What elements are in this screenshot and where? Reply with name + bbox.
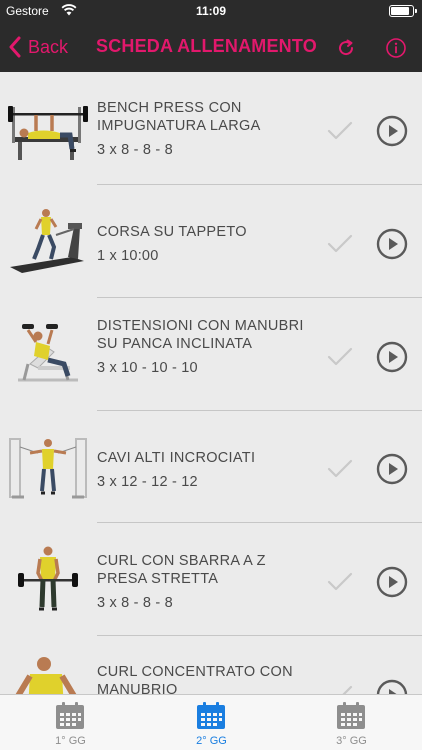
exercise-name: CORSA SU TAPPETO xyxy=(97,224,247,240)
treadmill-illustration xyxy=(10,209,84,273)
battery-icon xyxy=(389,5,417,17)
bench-press-illustration xyxy=(8,106,88,160)
exercise-row-incline-dumbbell-press[interactable]: DISTENSIONI CON MANUBRI SU PANCA INCLINA… xyxy=(0,298,422,411)
tab-label: 1° GG xyxy=(55,735,86,747)
exercise-name: DISTENSIONI CON MANUBRI SU PANCA INCLINA… xyxy=(97,318,304,352)
checkmark-icon[interactable] xyxy=(327,685,353,694)
exercise-row-ez-bar-curl[interactable]: CURL CON SBARRA A Z PRESA STRETTA 3 x 8 … xyxy=(0,523,422,636)
play-button-icon[interactable] xyxy=(376,341,408,373)
exercise-text: BENCH PRESS CON IMPUGNATURA LARGA 3 x 8 … xyxy=(97,99,312,158)
incline-dumbbell-press-illustration xyxy=(18,324,78,382)
tab-bar: 1° GG 2° GG 3° GG xyxy=(0,694,422,750)
info-icon[interactable] xyxy=(385,37,407,59)
calendar-icon xyxy=(197,702,225,729)
status-bar: Gestore 11:09 xyxy=(0,0,422,22)
checkmark-icon[interactable] xyxy=(327,347,353,367)
exercise-name: BENCH PRESS CON IMPUGNATURA LARGA xyxy=(97,100,261,134)
ez-bar-curl-illustration xyxy=(18,546,78,611)
exercise-row-treadmill[interactable]: CORSA SU TAPPETO 1 x 10:00 xyxy=(0,185,422,298)
exercise-sets: 3 x 8 - 8 - 8 xyxy=(97,142,173,158)
tab-day-3[interactable]: 3° GG xyxy=(281,695,422,750)
exercise-name: CAVI ALTI INCROCIATI xyxy=(97,450,256,466)
cable-crossover-illustration xyxy=(9,438,87,499)
exercise-sets: 3 x 10 - 10 - 10 xyxy=(97,360,198,376)
exercise-row-concentration-curl[interactable]: CURL CONCENTRATO CON MANUBRIO xyxy=(0,636,422,694)
exercise-text: CURL CON SBARRA A Z PRESA STRETTA 3 x 8 … xyxy=(97,552,312,611)
back-button[interactable]: Back xyxy=(8,34,68,60)
workout-screen: Gestore 11:09 Back SCHEDA ALLENAMENTO BE… xyxy=(0,0,422,750)
exercise-row-cable-crossover[interactable]: CAVI ALTI INCROCIATI 3 x 12 - 12 - 12 xyxy=(0,411,422,523)
exercise-text: CAVI ALTI INCROCIATI 3 x 12 - 12 - 12 xyxy=(97,449,312,490)
exercise-row-bench-press[interactable]: BENCH PRESS CON IMPUGNATURA LARGA 3 x 8 … xyxy=(0,72,422,185)
play-button-icon[interactable] xyxy=(376,115,408,147)
play-button-icon[interactable] xyxy=(376,453,408,485)
navigation-bar: Back SCHEDA ALLENAMENTO xyxy=(0,22,422,72)
page-title: SCHEDA ALLENAMENTO xyxy=(96,36,317,56)
calendar-icon xyxy=(56,702,84,729)
exercise-name: CURL CON SBARRA A Z PRESA STRETTA xyxy=(97,553,266,587)
tab-day-1[interactable]: 1° GG xyxy=(0,695,141,750)
checkmark-icon[interactable] xyxy=(327,234,353,254)
tab-label: 2° GG xyxy=(196,735,227,747)
tab-day-2[interactable]: 2° GG xyxy=(141,695,282,750)
exercise-sets: 3 x 12 - 12 - 12 xyxy=(97,474,198,490)
exercise-list[interactable]: BENCH PRESS CON IMPUGNATURA LARGA 3 x 8 … xyxy=(0,72,422,694)
tab-label: 3° GG xyxy=(336,735,367,747)
refresh-icon[interactable] xyxy=(335,37,357,59)
exercise-sets: 3 x 8 - 8 - 8 xyxy=(97,595,173,611)
concentration-curl-illustration xyxy=(15,657,77,694)
exercise-text: DISTENSIONI CON MANUBRI SU PANCA INCLINA… xyxy=(97,317,312,376)
exercise-name: CURL CONCENTRATO CON MANUBRIO xyxy=(97,664,293,694)
exercise-text: CURL CONCENTRATO CON MANUBRIO xyxy=(97,663,312,694)
exercise-sets: 1 x 10:00 xyxy=(97,248,159,264)
back-label: Back xyxy=(28,36,69,57)
play-button-icon[interactable] xyxy=(376,566,408,598)
checkmark-icon[interactable] xyxy=(327,121,353,141)
checkmark-icon[interactable] xyxy=(327,459,353,479)
checkmark-icon[interactable] xyxy=(327,572,353,592)
play-button-icon[interactable] xyxy=(376,228,408,260)
chevron-left-icon xyxy=(9,36,21,58)
calendar-icon xyxy=(337,702,365,729)
exercise-text: CORSA SU TAPPETO 1 x 10:00 xyxy=(97,223,312,264)
clock: 11:09 xyxy=(195,4,227,18)
play-button-icon[interactable] xyxy=(376,679,408,694)
